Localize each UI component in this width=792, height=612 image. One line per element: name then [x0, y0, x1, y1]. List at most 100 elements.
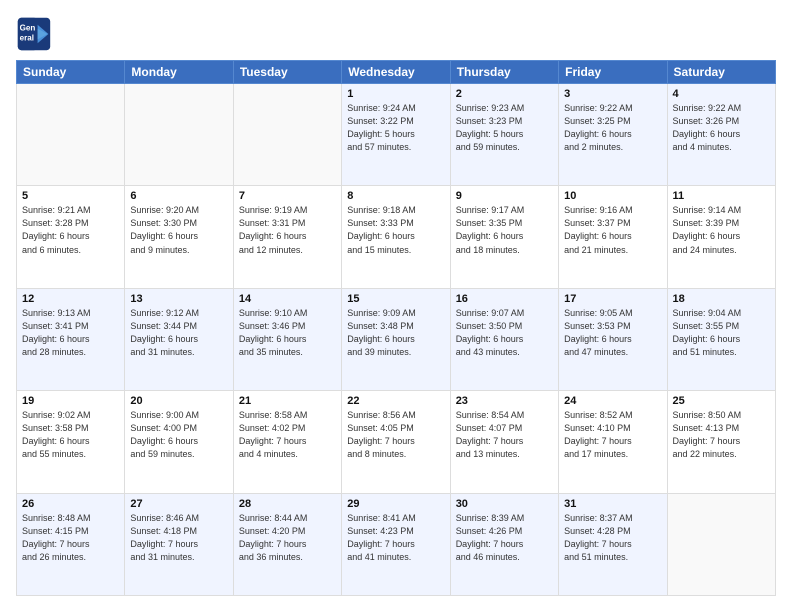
calendar-cell: 24Sunrise: 8:52 AM Sunset: 4:10 PM Dayli… [559, 391, 667, 493]
day-number: 17 [564, 293, 661, 305]
day-number: 28 [239, 498, 336, 510]
day-number: 27 [130, 498, 227, 510]
day-info: Sunrise: 9:05 AM Sunset: 3:53 PM Dayligh… [564, 307, 661, 359]
calendar-cell: 13 Sunrise: 9:12 AM Sunset: 3:44 PM Dayli… [125, 288, 233, 390]
day-number: 29 [347, 498, 444, 510]
calendar-table: SundayMondayTuesdayWednesdayThursdayFrid… [16, 60, 776, 596]
calendar-cell: 22 Sunrise: 8:56 AM Sunset: 4:05 PM Dayli… [342, 391, 450, 493]
calendar-cell: 14Sunrise: 9:10 AM Sunset: 3:46 PM Dayli… [233, 288, 341, 390]
dow-header: Sunday [17, 61, 125, 84]
svg-text:Gen: Gen [20, 23, 36, 32]
day-number: 30 [456, 498, 553, 510]
day-info: Sunrise: 8:50 AM Sunset: 4:13 PM Dayligh… [673, 409, 770, 461]
day-number: 16 [456, 293, 553, 305]
calendar-cell: 21 Sunrise: 8:58 AM Sunset: 4:02 PM Dayli… [233, 391, 341, 493]
day-number: 19 [22, 395, 119, 407]
day-info: Sunrise: 9:19 AM Sunset: 3:31 PM Dayligh… [239, 204, 336, 256]
calendar-cell: 11 Sunrise: 9:14 AM Sunset: 3:39 PM Dayli… [667, 186, 775, 288]
calendar-cell: 23 Sunrise: 8:54 AM Sunset: 4:07 PM Dayli… [450, 391, 558, 493]
day-number: 7 [239, 190, 336, 202]
logo-icon: Gen eral [16, 16, 52, 52]
calendar-cell: 29 Sunrise: 8:41 AM Sunset: 4:23 PM Dayli… [342, 493, 450, 595]
day-info: Sunrise: 8:54 AM Sunset: 4:07 PM Dayligh… [456, 409, 553, 461]
calendar-cell [233, 84, 341, 186]
calendar-cell: 25 Sunrise: 8:50 AM Sunset: 4:13 PM Dayli… [667, 391, 775, 493]
day-number: 1 [347, 88, 444, 100]
calendar-cell: 1 Sunrise: 9:24 AM Sunset: 3:22 PM Daylig… [342, 84, 450, 186]
calendar-cell: 8 Sunrise: 9:18 AM Sunset: 3:33 PM Daylig… [342, 186, 450, 288]
day-info: Sunrise: 9:18 AM Sunset: 3:33 PM Dayligh… [347, 204, 444, 256]
calendar-cell: 3Sunrise: 9:22 AM Sunset: 3:25 PM Daylig… [559, 84, 667, 186]
day-number: 24 [564, 395, 661, 407]
day-info: Sunrise: 9:02 AM Sunset: 3:58 PM Dayligh… [22, 409, 119, 461]
day-info: Sunrise: 8:58 AM Sunset: 4:02 PM Dayligh… [239, 409, 336, 461]
calendar-cell: 9 Sunrise: 9:17 AM Sunset: 3:35 PM Daylig… [450, 186, 558, 288]
calendar-cell: 2 Sunrise: 9:23 AM Sunset: 3:23 PM Daylig… [450, 84, 558, 186]
dow-header: Tuesday [233, 61, 341, 84]
day-number: 4 [673, 88, 770, 100]
dow-header: Saturday [667, 61, 775, 84]
day-number: 10 [564, 190, 661, 202]
day-number: 6 [130, 190, 227, 202]
svg-text:eral: eral [20, 33, 34, 42]
day-info: Sunrise: 8:41 AM Sunset: 4:23 PM Dayligh… [347, 512, 444, 564]
calendar-cell: 4 Sunrise: 9:22 AM Sunset: 3:26 PM Daylig… [667, 84, 775, 186]
calendar-cell: 5Sunrise: 9:21 AM Sunset: 3:28 PM Daylig… [17, 186, 125, 288]
day-info: Sunrise: 9:07 AM Sunset: 3:50 PM Dayligh… [456, 307, 553, 359]
day-info: Sunrise: 9:22 AM Sunset: 3:25 PM Dayligh… [564, 102, 661, 154]
day-info: Sunrise: 8:48 AM Sunset: 4:15 PM Dayligh… [22, 512, 119, 564]
day-info: Sunrise: 9:17 AM Sunset: 3:35 PM Dayligh… [456, 204, 553, 256]
calendar-cell: 10 Sunrise: 9:16 AM Sunset: 3:37 PM Dayli… [559, 186, 667, 288]
calendar-cell [17, 84, 125, 186]
calendar-cell: 27 Sunrise: 8:46 AM Sunset: 4:18 PM Dayli… [125, 493, 233, 595]
calendar-body: 1 Sunrise: 9:24 AM Sunset: 3:22 PM Daylig… [17, 84, 776, 596]
calendar-cell: 19 Sunrise: 9:02 AM Sunset: 3:58 PM Dayli… [17, 391, 125, 493]
dow-header: Thursday [450, 61, 558, 84]
day-info: Sunrise: 9:00 AM Sunset: 4:00 PM Dayligh… [130, 409, 227, 461]
logo: Gen eral [16, 16, 56, 52]
day-info: Sunrise: 8:56 AM Sunset: 4:05 PM Dayligh… [347, 409, 444, 461]
day-info: Sunrise: 9:16 AM Sunset: 3:37 PM Dayligh… [564, 204, 661, 256]
day-number: 9 [456, 190, 553, 202]
calendar-cell: 6 Sunrise: 9:20 AM Sunset: 3:30 PM Daylig… [125, 186, 233, 288]
day-number: 23 [456, 395, 553, 407]
day-info: Sunrise: 8:39 AM Sunset: 4:26 PM Dayligh… [456, 512, 553, 564]
calendar-week-row: 12 Sunrise: 9:13 AM Sunset: 3:41 PM Dayli… [17, 288, 776, 390]
day-info: Sunrise: 9:24 AM Sunset: 3:22 PM Dayligh… [347, 102, 444, 154]
calendar-cell: 7 Sunrise: 9:19 AM Sunset: 3:31 PM Daylig… [233, 186, 341, 288]
day-number: 18 [673, 293, 770, 305]
dow-header: Monday [125, 61, 233, 84]
day-info: Sunrise: 9:20 AM Sunset: 3:30 PM Dayligh… [130, 204, 227, 256]
calendar-cell: 16 Sunrise: 9:07 AM Sunset: 3:50 PM Dayli… [450, 288, 558, 390]
day-info: Sunrise: 9:14 AM Sunset: 3:39 PM Dayligh… [673, 204, 770, 256]
day-number: 11 [673, 190, 770, 202]
calendar-cell: 12 Sunrise: 9:13 AM Sunset: 3:41 PM Dayli… [17, 288, 125, 390]
day-info: Sunrise: 9:13 AM Sunset: 3:41 PM Dayligh… [22, 307, 119, 359]
day-info: Sunrise: 9:12 AM Sunset: 3:44 PM Dayligh… [130, 307, 227, 359]
day-number: 20 [130, 395, 227, 407]
day-number: 8 [347, 190, 444, 202]
day-number: 21 [239, 395, 336, 407]
day-info: Sunrise: 8:37 AM Sunset: 4:28 PM Dayligh… [564, 512, 661, 564]
day-number: 13 [130, 293, 227, 305]
day-number: 12 [22, 293, 119, 305]
calendar-cell [667, 493, 775, 595]
day-number: 5 [22, 190, 119, 202]
day-info: Sunrise: 9:09 AM Sunset: 3:48 PM Dayligh… [347, 307, 444, 359]
day-number: 22 [347, 395, 444, 407]
day-info: Sunrise: 9:10 AM Sunset: 3:46 PM Dayligh… [239, 307, 336, 359]
day-number: 25 [673, 395, 770, 407]
calendar-cell: 20 Sunrise: 9:00 AM Sunset: 4:00 PM Dayli… [125, 391, 233, 493]
header: Gen eral [16, 16, 776, 52]
day-info: Sunrise: 8:46 AM Sunset: 4:18 PM Dayligh… [130, 512, 227, 564]
calendar-cell: 26Sunrise: 8:48 AM Sunset: 4:15 PM Dayli… [17, 493, 125, 595]
calendar-week-row: 1 Sunrise: 9:24 AM Sunset: 3:22 PM Daylig… [17, 84, 776, 186]
day-number: 15 [347, 293, 444, 305]
days-of-week-row: SundayMondayTuesdayWednesdayThursdayFrid… [17, 61, 776, 84]
day-info: Sunrise: 9:23 AM Sunset: 3:23 PM Dayligh… [456, 102, 553, 154]
calendar-week-row: 19 Sunrise: 9:02 AM Sunset: 3:58 PM Dayli… [17, 391, 776, 493]
calendar-cell: 30 Sunrise: 8:39 AM Sunset: 4:26 PM Dayli… [450, 493, 558, 595]
page: Gen eral SundayMondayTuesdayWednesdayThu… [0, 0, 792, 612]
day-info: Sunrise: 9:22 AM Sunset: 3:26 PM Dayligh… [673, 102, 770, 154]
day-number: 2 [456, 88, 553, 100]
